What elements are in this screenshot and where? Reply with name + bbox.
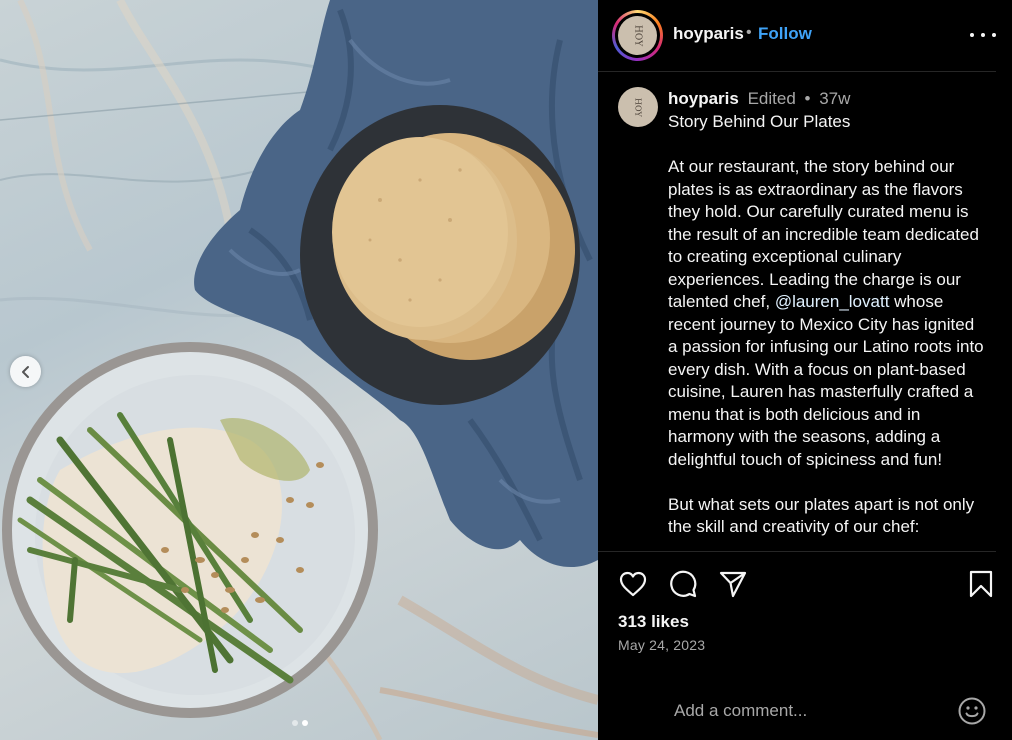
caption-avatar[interactable]: HOY [618,87,658,127]
caption-username[interactable]: hoyparis [668,89,739,108]
mention-link[interactable]: @lauren_lovatt [775,292,890,311]
carousel-indicator [292,720,308,726]
post-photo [0,0,598,740]
caption-paragraph: But what sets our plates apart is not on… [668,494,975,537]
separator-dot: • [804,89,811,108]
post-time-ago[interactable]: 37w [819,89,850,108]
caption-paragraph: At our restaurant, the story behind our … [668,157,984,469]
caption-area: HOY hoyparis Edited • 37w Story Behind O… [598,73,996,551]
carousel-dot-active [302,720,308,726]
separator-dot: • [746,24,752,41]
profile-avatar-ring[interactable]: HOY [612,10,663,61]
caption-title: Story Behind Our Plates [668,112,851,131]
smiley-icon[interactable] [957,696,987,726]
post-side-panel: HOY hoyparis • Follow HOY hoyparis Edite… [598,0,1012,740]
comment-bar [598,683,996,740]
post-actions: 313 likes May 24, 2023 [598,551,996,740]
bookmark-icon[interactable] [966,569,996,599]
more-options-icon[interactable] [970,25,996,45]
avatar-logo-text: HOY [633,97,643,117]
caption-meta: hoyparis Edited • 37w [668,89,850,109]
comment-icon[interactable] [668,569,698,599]
post-author-username[interactable]: hoyparis [673,24,744,44]
profile-avatar[interactable]: HOY [618,16,657,55]
follow-button[interactable]: Follow [758,24,812,44]
comment-input[interactable] [674,697,944,725]
heart-icon[interactable] [618,569,648,599]
likes-count[interactable]: 313 likes [618,612,689,632]
carousel-dot [292,720,298,726]
paper-plane-icon[interactable] [718,569,748,599]
caption-text: Story Behind Our Plates At our restauran… [668,111,988,551]
edited-label: Edited [747,89,796,108]
avatar-logo-text: HOY [632,24,643,47]
food-photo-image [0,0,598,740]
carousel-prev-button[interactable] [10,356,41,387]
post-header: HOY hoyparis • Follow [598,0,996,72]
post-date: May 24, 2023 [618,637,706,653]
chevron-left-icon [21,365,29,378]
